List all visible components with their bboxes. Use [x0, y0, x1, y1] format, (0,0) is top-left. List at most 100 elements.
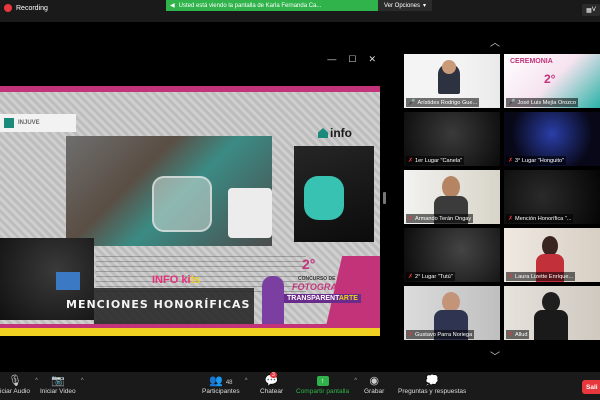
share-screen-button[interactable]: ↑ Compartir pantalla ^	[296, 374, 357, 395]
close-icon[interactable]: ✕	[368, 54, 376, 65]
main-photo	[66, 136, 272, 246]
participant-name-text: Allud	[515, 331, 528, 338]
participant-name: ✗ Armando Terán Ongay	[406, 214, 474, 223]
slide-bottom-stripe-yellow	[0, 328, 380, 336]
participant-name: ✗ Gustavo Parra Noriega	[406, 330, 475, 339]
resize-handle[interactable]	[383, 192, 386, 204]
recording-indicator[interactable]: Recording	[4, 4, 48, 12]
participant-name-text: Laura Lizette Enríque...	[515, 273, 574, 280]
participant-tile[interactable]: ✗ 3° Lugar "Honguito"	[504, 112, 600, 166]
presentation-slide: INJUVE info INFO kits MENCIONES HONORÍFI…	[0, 86, 380, 336]
maximize-icon[interactable]: ☐	[348, 54, 356, 65]
record-button[interactable]: ◉ Grabar	[364, 374, 384, 395]
video-off-icon: 📷	[50, 375, 65, 387]
start-audio-label: iciar Audio	[0, 388, 30, 395]
speaker-icon: ◀	[170, 3, 175, 9]
contest-line3b: ARTE	[338, 295, 358, 302]
contest-line2: FOTOGRAFÍA	[292, 282, 352, 292]
participant-tile[interactable]: ✗ Armando Terán Ongay	[404, 170, 500, 224]
mic-muted-icon: ✗	[408, 332, 414, 338]
contest-line3a: TRANSPARENT	[287, 295, 339, 302]
contest-line3: TRANSPARENTARTE	[284, 294, 361, 303]
participant-name-text: José Luis Mejía Orozco	[517, 99, 576, 106]
participant-tile[interactable]: ✗ 1er Lugar "Canela"	[404, 112, 500, 166]
chat-button[interactable]: 💬 3 Chatear	[260, 372, 284, 395]
chevron-down-icon: ▾	[423, 3, 427, 9]
participant-name-text: 2° Lugar "Tutú"	[415, 273, 453, 280]
slide-top-stripe	[0, 86, 380, 92]
mic-muted-icon: ✗	[408, 216, 414, 222]
chat-label: Chatear	[260, 388, 284, 395]
shared-screen: — ☐ ✕ INJUVE info INFO kits MENCIONES HO…	[0, 22, 382, 350]
chevron-up-icon[interactable]: ︿	[490, 34, 500, 49]
view-options-button[interactable]: Ver Opciones ▾	[378, 0, 433, 11]
institution-logos: INJUVE	[0, 114, 76, 132]
mic-muted-icon: ✗	[508, 158, 514, 164]
chevron-up-icon[interactable]: ^	[354, 378, 357, 384]
info-kits-part-b: ts	[190, 274, 201, 286]
menciones-title: MENCIONES HONORÍFICAS	[66, 298, 251, 311]
screen-share-banner: ◀ Usted está viendo la pantalla de Karla…	[166, 0, 378, 11]
start-video-button[interactable]: 📷 Iniciar Video ^	[40, 374, 84, 395]
participant-tile[interactable]: CEREMONIA 2° 🎤 José Luis Mejía Orozco	[504, 54, 600, 108]
participants-label: Participantes	[202, 388, 240, 395]
screen-share-text: Usted está viendo la pantalla de Karla F…	[178, 2, 322, 9]
record-label: Grabar	[364, 388, 385, 395]
participants-icon: 👥 48	[209, 375, 233, 387]
start-audio-button[interactable]: 🎙 iciar Audio ^	[0, 374, 38, 395]
record-dot-icon	[4, 4, 12, 12]
qa-icon: 💭	[425, 375, 439, 387]
minimize-icon[interactable]: —	[327, 54, 336, 65]
participants-count: 48	[225, 380, 233, 386]
participant-tile[interactable]: ✗ Laura Lizette Enríque...	[504, 228, 600, 282]
mug-shape	[228, 188, 272, 238]
chevron-down-icon[interactable]: ﹀	[490, 348, 500, 363]
info-kits-title: INFO kits	[152, 274, 200, 286]
contest-logo: 2° CONCURSO DE FOTOGRAFÍA TRANSPARENTART…	[262, 246, 380, 332]
mic-muted-icon: ✗	[508, 274, 514, 280]
participant-name-text: 1er Lugar "Canela"	[415, 157, 463, 164]
leave-button[interactable]: Sali	[582, 380, 600, 394]
participant-name-text: Arístides Rodrigo Gue...	[417, 99, 478, 106]
participant-name: ✗ 3° Lugar "Honguito"	[506, 156, 567, 165]
info-kits-part-a: INFO ki	[152, 274, 191, 286]
participant-name-text: Gustavo Parra Noriega	[415, 331, 473, 338]
participant-gallery: ︿ 🎤 Arístides Rodrigo Gue... CEREMONIA 2°…	[392, 22, 600, 363]
leave-label: Sali	[586, 383, 598, 391]
view-toggle-button[interactable]: ▦ V	[582, 4, 600, 16]
phone-screen-shape	[56, 272, 80, 290]
chevron-up-icon[interactable]: ^	[245, 378, 248, 384]
mic-muted-icon: ✗	[408, 158, 414, 164]
participants-button[interactable]: 👥 48 Participantes ^	[202, 374, 248, 395]
mic-muted-icon: ✗	[508, 332, 514, 338]
info-logo-text: info	[330, 126, 352, 140]
info-logo: info	[318, 126, 352, 140]
participant-name-text: 3° Lugar "Honguito"	[515, 157, 565, 164]
meeting-toolbar: 🎙 iciar Audio ^ 📷 Iniciar Video ^ 👥 48 P…	[0, 372, 600, 400]
cdmx-logo-icon	[4, 118, 14, 128]
participant-name: 🎤 Arístides Rodrigo Gue...	[406, 98, 480, 107]
participant-name: ✗ Mención Honorífica "...	[506, 214, 574, 223]
qa-label: Preguntas y respuestas	[398, 388, 467, 395]
participant-tile[interactable]: ✗ 2° Lugar "Tutú"	[404, 228, 500, 282]
side-photo	[294, 146, 374, 242]
participant-tile[interactable]: 🎤 Arístides Rodrigo Gue...	[404, 54, 500, 108]
glass-shape	[152, 176, 212, 232]
participant-tile[interactable]: ✗ Mención Honorífica "...	[504, 170, 600, 224]
mic-muted-icon: ✗	[508, 216, 514, 222]
participant-tile[interactable]: ✗ Allud	[504, 286, 600, 340]
participant-name-text: Armando Terán Ongay	[415, 215, 472, 222]
qa-button[interactable]: 💭 Preguntas y respuestas	[398, 374, 466, 395]
view-toggle-label: V	[591, 7, 596, 13]
participant-name: ✗ Allud	[506, 330, 530, 339]
view-options-label: Ver Opciones	[384, 2, 421, 9]
mic-icon: 🎤	[408, 100, 416, 106]
mic-icon: 🎤	[508, 100, 516, 106]
share-screen-icon: ↑	[316, 376, 329, 386]
chevron-up-icon[interactable]: ^	[35, 378, 38, 384]
recording-label: Recording	[16, 4, 48, 12]
window-controls: — ☐ ✕	[327, 54, 376, 65]
participant-tile[interactable]: ✗ Gustavo Parra Noriega	[404, 286, 500, 340]
chevron-up-icon[interactable]: ^	[81, 378, 84, 384]
participant-name: ✗ 1er Lugar "Canela"	[406, 156, 465, 165]
